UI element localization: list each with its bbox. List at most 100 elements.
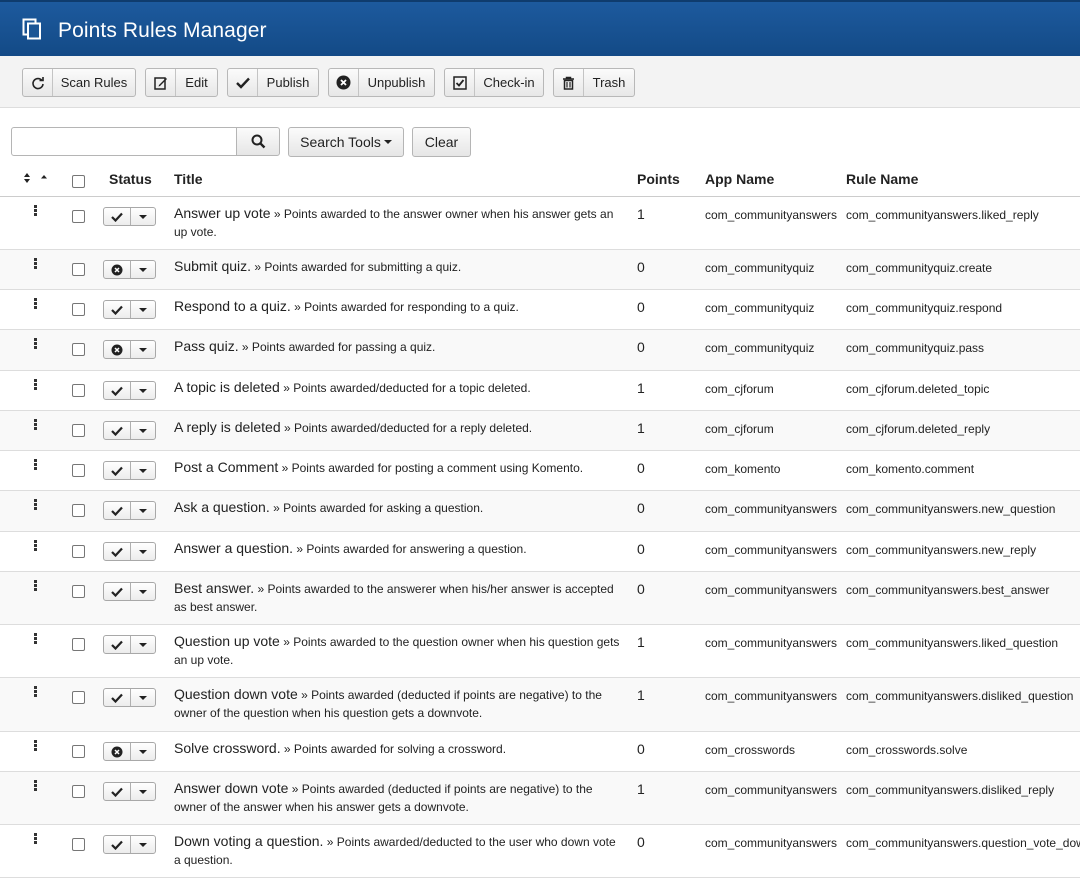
rule-title-link[interactable]: Ask a question. bbox=[174, 499, 270, 515]
row-checkbox[interactable] bbox=[72, 638, 85, 651]
drag-handle-icon[interactable] bbox=[34, 419, 38, 431]
published-check-icon[interactable] bbox=[104, 836, 131, 853]
status-toggle[interactable] bbox=[103, 782, 156, 801]
drag-handle-icon[interactable] bbox=[34, 580, 38, 592]
status-toggle[interactable] bbox=[103, 542, 156, 561]
drag-handle-icon[interactable] bbox=[34, 740, 38, 752]
rule-title-link[interactable]: Answer down vote bbox=[174, 780, 288, 796]
caret-down-icon[interactable] bbox=[131, 502, 155, 519]
column-status[interactable]: Status bbox=[109, 171, 152, 187]
published-check-icon[interactable] bbox=[104, 783, 131, 800]
caret-down-icon[interactable] bbox=[131, 743, 155, 760]
column-title[interactable]: Title bbox=[174, 171, 203, 187]
row-checkbox[interactable] bbox=[72, 745, 85, 758]
published-check-icon[interactable] bbox=[104, 636, 131, 653]
caret-down-icon[interactable] bbox=[131, 783, 155, 800]
drag-handle-icon[interactable] bbox=[34, 459, 38, 471]
status-toggle[interactable] bbox=[103, 260, 156, 279]
rule-title-link[interactable]: Submit quiz. bbox=[174, 258, 251, 274]
column-points[interactable]: Points bbox=[637, 171, 680, 187]
caret-down-icon[interactable] bbox=[131, 261, 155, 278]
rule-title-link[interactable]: A topic is deleted bbox=[174, 379, 280, 395]
published-check-icon[interactable] bbox=[104, 301, 131, 318]
drag-handle-icon[interactable] bbox=[34, 338, 38, 350]
caret-down-icon[interactable] bbox=[131, 301, 155, 318]
checkin-button[interactable]: Check-in bbox=[444, 68, 544, 97]
caret-down-icon[interactable] bbox=[131, 382, 155, 399]
clear-button[interactable]: Clear bbox=[412, 127, 471, 157]
rule-title-link[interactable]: Answer up vote bbox=[174, 205, 271, 221]
rule-title-link[interactable]: A reply is deleted bbox=[174, 419, 281, 435]
unpublished-x-icon[interactable] bbox=[104, 341, 131, 358]
status-toggle[interactable] bbox=[103, 501, 156, 520]
select-all-checkbox[interactable] bbox=[72, 175, 85, 188]
row-checkbox[interactable] bbox=[72, 785, 85, 798]
publish-button[interactable]: Publish bbox=[227, 68, 319, 97]
row-checkbox[interactable] bbox=[72, 545, 85, 558]
status-toggle[interactable] bbox=[103, 381, 156, 400]
drag-handle-icon[interactable] bbox=[34, 540, 38, 552]
published-check-icon[interactable] bbox=[104, 689, 131, 706]
drag-handle-icon[interactable] bbox=[34, 780, 38, 792]
drag-handle-icon[interactable] bbox=[34, 686, 38, 698]
drag-handle-icon[interactable] bbox=[34, 633, 38, 645]
row-checkbox[interactable] bbox=[72, 384, 85, 397]
rule-title-link[interactable]: Post a Comment bbox=[174, 459, 278, 475]
rule-title-link[interactable]: Question down vote bbox=[174, 686, 298, 702]
status-toggle[interactable] bbox=[103, 300, 156, 319]
row-checkbox[interactable] bbox=[72, 424, 85, 437]
caret-down-icon[interactable] bbox=[131, 341, 155, 358]
edit-button[interactable]: Edit bbox=[145, 68, 218, 97]
published-check-icon[interactable] bbox=[104, 422, 131, 439]
scan-rules-button[interactable]: Scan Rules bbox=[22, 68, 136, 97]
status-toggle[interactable] bbox=[103, 461, 156, 480]
rule-title-link[interactable]: Answer a question. bbox=[174, 540, 293, 556]
row-checkbox[interactable] bbox=[72, 585, 85, 598]
row-checkbox[interactable] bbox=[72, 838, 85, 851]
drag-handle-icon[interactable] bbox=[34, 258, 38, 270]
column-app-name[interactable]: App Name bbox=[705, 171, 774, 187]
row-checkbox[interactable] bbox=[72, 343, 85, 356]
row-checkbox[interactable] bbox=[72, 464, 85, 477]
rule-title-link[interactable]: Best answer. bbox=[174, 580, 254, 596]
row-checkbox[interactable] bbox=[72, 504, 85, 517]
rule-title-link[interactable]: Respond to a quiz. bbox=[174, 298, 291, 314]
rule-title-link[interactable]: Question up vote bbox=[174, 633, 280, 649]
status-toggle[interactable] bbox=[103, 421, 156, 440]
status-toggle[interactable] bbox=[103, 207, 156, 226]
sort-ordering-icon[interactable] bbox=[23, 172, 47, 184]
search-input[interactable] bbox=[11, 127, 237, 156]
drag-handle-icon[interactable] bbox=[34, 499, 38, 511]
drag-handle-icon[interactable] bbox=[34, 205, 38, 217]
status-toggle[interactable] bbox=[103, 340, 156, 359]
trash-button[interactable]: Trash bbox=[553, 68, 635, 97]
rule-title-link[interactable]: Solve crossword. bbox=[174, 740, 281, 756]
caret-down-icon[interactable] bbox=[131, 583, 155, 600]
caret-down-icon[interactable] bbox=[131, 462, 155, 479]
caret-down-icon[interactable] bbox=[131, 208, 155, 225]
status-toggle[interactable] bbox=[103, 742, 156, 761]
published-check-icon[interactable] bbox=[104, 543, 131, 560]
published-check-icon[interactable] bbox=[104, 583, 131, 600]
search-button[interactable] bbox=[236, 127, 280, 156]
published-check-icon[interactable] bbox=[104, 208, 131, 225]
drag-handle-icon[interactable] bbox=[34, 833, 38, 845]
unpublish-button[interactable]: Unpublish bbox=[328, 68, 435, 97]
status-toggle[interactable] bbox=[103, 835, 156, 854]
drag-handle-icon[interactable] bbox=[34, 298, 38, 310]
caret-down-icon[interactable] bbox=[131, 422, 155, 439]
drag-handle-icon[interactable] bbox=[34, 379, 38, 391]
published-check-icon[interactable] bbox=[104, 382, 131, 399]
row-checkbox[interactable] bbox=[72, 210, 85, 223]
column-rule-name[interactable]: Rule Name bbox=[846, 171, 918, 187]
search-tools-button[interactable]: Search Tools bbox=[288, 127, 404, 157]
published-check-icon[interactable] bbox=[104, 502, 131, 519]
row-checkbox[interactable] bbox=[72, 691, 85, 704]
caret-down-icon[interactable] bbox=[131, 636, 155, 653]
caret-down-icon[interactable] bbox=[131, 836, 155, 853]
status-toggle[interactable] bbox=[103, 635, 156, 654]
unpublished-x-icon[interactable] bbox=[104, 261, 131, 278]
caret-down-icon[interactable] bbox=[131, 689, 155, 706]
unpublished-x-icon[interactable] bbox=[104, 743, 131, 760]
rule-title-link[interactable]: Pass quiz. bbox=[174, 338, 239, 354]
